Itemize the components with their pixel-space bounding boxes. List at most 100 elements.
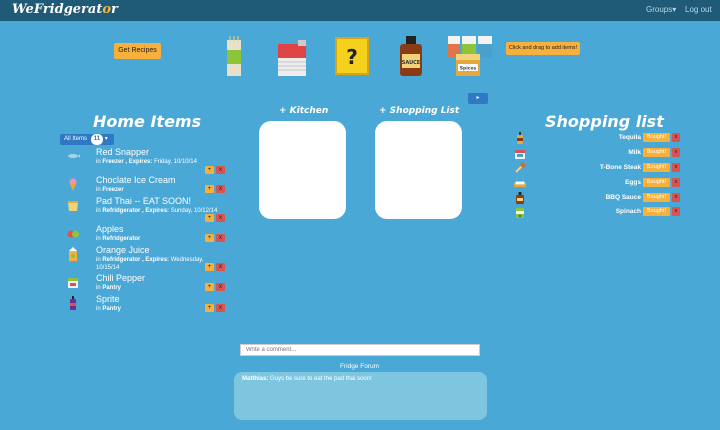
groups-dropdown[interactable]: Groups▾ [646, 5, 676, 14]
delete-button[interactable]: x [672, 148, 680, 157]
all-items-filter[interactable]: All Items 11 ▾ [60, 134, 114, 145]
navbar: WeFridgerator Groups▾ Log out [0, 0, 720, 21]
location-prefix: in [96, 236, 101, 242]
location-prefix: in [96, 306, 101, 312]
soda-bottle-icon [70, 296, 76, 310]
home-item[interactable]: Apples in Refridgerator [66, 224, 226, 242]
shopping-item-name: BBQ Sauce [605, 194, 641, 201]
tequila-bottle-icon [517, 132, 523, 144]
delete-button[interactable]: x [672, 193, 680, 202]
bought-button[interactable]: Bought! [643, 163, 670, 172]
filter-count-badge: 11 [90, 134, 104, 145]
shopping-list-item[interactable]: BBQ Sauce Bought! x [512, 192, 682, 204]
increment-button[interactable]: + [205, 283, 214, 291]
spice-jars-icon[interactable]: Spices [446, 34, 494, 78]
home-item[interactable]: Chili Pepper in Pantry [66, 273, 226, 291]
increment-button[interactable]: + [205, 234, 214, 242]
shopping-item-name: T-Bone Steak [599, 164, 641, 171]
delete-button[interactable]: x [216, 185, 225, 193]
bought-button[interactable]: Bought! [643, 133, 670, 142]
mystery-box-icon[interactable]: ? [334, 36, 370, 76]
get-recipes-button[interactable]: Get Recipes [114, 43, 161, 59]
delete-button[interactable]: x [216, 304, 225, 312]
home-item[interactable]: Orange Juice in Refridgerator , Expires:… [66, 245, 226, 271]
shopping-box-title: + Shopping List [379, 106, 460, 116]
location-value: Refridgerator [102, 236, 141, 242]
increment-button[interactable]: + [205, 263, 214, 271]
location-prefix: in [96, 257, 101, 263]
delete-button[interactable]: x [672, 178, 680, 187]
location-value: Freezer [102, 187, 124, 193]
forum-title: Fridge Forum [340, 363, 380, 370]
shopping-dropzone[interactable] [375, 121, 462, 219]
chili-pepper-icon [68, 278, 78, 288]
location-prefix: in [96, 208, 101, 214]
increment-button[interactable]: + [205, 304, 214, 312]
next-arrow-button[interactable]: ▸ [468, 93, 488, 104]
forum-message: Matthias: Guys be sure to eat the pad th… [242, 376, 479, 382]
shopping-item-name: Spinach [615, 208, 641, 215]
kitchen-dropzone[interactable] [259, 121, 346, 219]
juice-carton-icon [69, 247, 77, 261]
delete-button[interactable]: x [672, 163, 680, 172]
location-prefix: in [96, 159, 101, 165]
brand-dot: o [102, 2, 112, 17]
kitchen-box-title: + Kitchen [279, 106, 329, 116]
location-value: Pantry [102, 306, 122, 312]
shopping-list-item[interactable]: Milk Bought! x [512, 147, 682, 159]
location-prefix: in [96, 285, 101, 291]
increment-button[interactable]: + [205, 185, 214, 193]
home-item-name: Sprite [96, 294, 120, 304]
location-value: Freezer [102, 159, 124, 165]
shopping-list-title: Shopping list [545, 112, 664, 131]
home-items-title: Home Items [93, 112, 202, 131]
home-item-name: Pad Thai -- EAT SOON! [96, 196, 192, 206]
shopping-list-item[interactable]: T-Bone Steak Bought! x [512, 162, 682, 174]
increment-button[interactable]: + [205, 166, 214, 174]
sauce-bottle-label: SAUCE [402, 60, 421, 66]
expires-label: , Expires: [125, 159, 153, 165]
message-text: Guys be sure to eat the pad thai soon! [270, 376, 372, 382]
shopping-list-item[interactable]: Tequila Bought! x [512, 132, 682, 144]
bought-button[interactable]: Bought! [643, 148, 670, 157]
delete-button[interactable]: x [672, 133, 680, 142]
delete-button[interactable]: x [672, 207, 680, 216]
ice-cream-icon [69, 178, 77, 191]
spaghetti-icon[interactable] [222, 36, 246, 78]
mystery-box-label: ? [346, 45, 358, 69]
delete-button[interactable]: x [216, 214, 225, 222]
spice-jars-label: Spices [460, 66, 477, 72]
filter-label: All Items [64, 136, 88, 142]
home-item-location: in Freezer , Expires: Friday, 10/10/14 [96, 158, 226, 166]
delete-button[interactable]: x [216, 263, 225, 271]
home-item[interactable]: Choclate Ice Cream in Freezer [66, 175, 226, 193]
increment-button[interactable]: + [205, 214, 214, 222]
delete-button[interactable]: x [216, 234, 225, 242]
bought-button[interactable]: Bought! [643, 193, 670, 202]
home-item[interactable]: Pad Thai -- EAT SOON! in Refridgerator ,… [66, 196, 226, 222]
steak-icon [515, 162, 526, 173]
sauce-bottle-icon[interactable]: SAUCE [398, 36, 424, 78]
comment-input[interactable] [240, 344, 480, 356]
shopping-item-name: Tequila [618, 134, 641, 141]
message-author: Matthias: [242, 376, 269, 382]
home-item-name: Orange Juice [96, 245, 150, 255]
spinach-icon [516, 208, 524, 218]
expires-label: , Expires: [142, 257, 170, 263]
delete-button[interactable]: x [216, 166, 225, 174]
location-prefix: in [96, 187, 101, 193]
home-item[interactable]: Sprite in Pantry [66, 294, 226, 312]
expires-value: Friday, 10/10/14 [154, 159, 197, 165]
home-item-name: Red Snapper [96, 147, 150, 157]
logout-link[interactable]: Log out [685, 5, 712, 14]
brand-logo[interactable]: WeFridgerator [12, 2, 118, 17]
shopping-list-item[interactable]: Spinach Bought! x [512, 206, 682, 218]
bought-button[interactable]: Bought! [643, 178, 670, 187]
soup-can-icon[interactable] [276, 38, 310, 78]
shopping-list-item[interactable]: Eggs Bought! x [512, 177, 682, 189]
fish-icon [68, 154, 80, 158]
home-item[interactable]: Red Snapper in Freezer , Expires: Friday… [66, 147, 226, 173]
delete-button[interactable]: x [216, 283, 225, 291]
shopping-item-name: Milk [628, 149, 641, 156]
bought-button[interactable]: Bought! [643, 207, 670, 216]
